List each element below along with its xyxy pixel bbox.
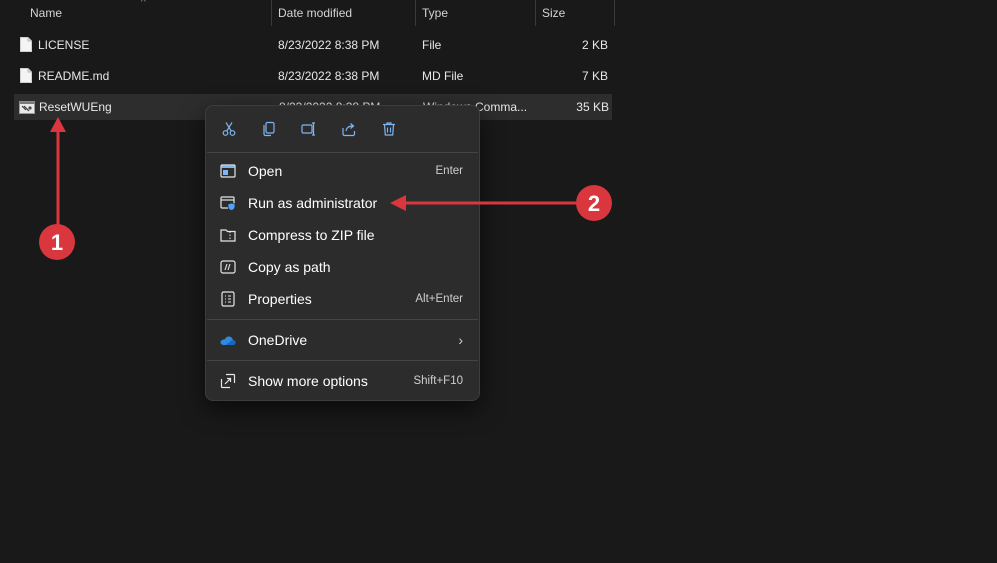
cmd-script-icon <box>19 101 35 114</box>
annotation-badge-2: 2 <box>576 185 612 221</box>
file-icon <box>20 37 32 52</box>
copy-icon <box>263 121 275 137</box>
menu-separator <box>207 360 478 361</box>
context-menu-toolbar <box>206 114 479 144</box>
context-menu: Open Enter Run as administrator Compress… <box>205 105 480 401</box>
file-icon <box>20 68 32 83</box>
menu-item-onedrive[interactable]: OneDrive › <box>210 325 475 355</box>
file-size: 7 KB <box>581 69 608 83</box>
menu-item-label: Show more options <box>248 373 368 389</box>
column-divider[interactable] <box>614 0 615 26</box>
menu-item-copy-as-path[interactable]: Copy as path <box>210 252 475 282</box>
file-type: MD File <box>422 69 464 83</box>
annotation-badge-1: 1 <box>39 224 75 260</box>
menu-item-open[interactable]: Open Enter <box>210 156 475 186</box>
menu-item-shortcut: Shift+F10 <box>413 375 463 387</box>
menu-item-label: Open <box>248 163 283 179</box>
properties-icon <box>221 291 235 307</box>
menu-item-properties[interactable]: Properties Alt+Enter <box>210 284 475 314</box>
column-size-header[interactable]: Size <box>536 0 614 26</box>
column-date-modified-header[interactable]: Date modified <box>272 0 415 26</box>
menu-item-show-more-options[interactable]: Show more options Shift+F10 <box>210 366 475 396</box>
chevron-right-icon: › <box>458 332 463 348</box>
more-options-icon <box>220 373 236 389</box>
svg-text:2: 2 <box>588 191 600 216</box>
file-size: 35 KB <box>576 100 609 114</box>
menu-item-label: Copy as path <box>248 259 331 275</box>
menu-item-compress-to-zip[interactable]: Compress to ZIP file <box>210 220 475 250</box>
menu-item-shortcut: Alt+Enter <box>415 293 463 305</box>
share-icon <box>342 123 356 137</box>
file-size: 2 KB <box>581 38 608 52</box>
sort-ascending-icon: ^ <box>141 0 146 8</box>
menu-item-label: Compress to ZIP file <box>248 227 375 243</box>
open-icon <box>220 164 236 178</box>
file-row-license[interactable]: LICENSE 8/23/2022 8:38 PM File 2 KB <box>14 32 612 58</box>
file-name: README.md <box>38 69 110 83</box>
zip-icon <box>220 229 236 242</box>
menu-separator <box>207 152 478 153</box>
rename-icon <box>301 122 315 136</box>
run-as-admin-icon <box>220 196 236 211</box>
file-name: LICENSE <box>38 38 90 52</box>
delete-button[interactable] <box>374 114 404 144</box>
cut-icon <box>222 122 236 136</box>
menu-item-shortcut: Enter <box>435 165 464 177</box>
file-date: 8/23/2022 8:38 PM <box>278 38 380 52</box>
copy-path-icon <box>220 260 236 274</box>
share-button[interactable] <box>334 114 364 144</box>
menu-separator <box>207 319 478 320</box>
menu-item-label: Run as administrator <box>248 195 378 211</box>
file-date: 8/23/2022 8:38 PM <box>278 69 380 83</box>
column-name-header[interactable]: Name <box>24 0 270 26</box>
onedrive-icon <box>220 336 236 345</box>
menu-item-label: Properties <box>248 291 312 307</box>
menu-item-run-as-administrator[interactable]: Run as administrator <box>210 188 475 218</box>
svg-text:1: 1 <box>51 230 63 255</box>
delete-icon <box>383 122 395 136</box>
menu-item-label: OneDrive <box>248 332 308 348</box>
file-type: File <box>422 38 442 52</box>
annotation-arrow-1 <box>50 117 66 225</box>
rename-button[interactable] <box>294 114 324 144</box>
cut-button[interactable] <box>214 114 244 144</box>
column-type-header[interactable]: Type <box>416 0 535 26</box>
copy-button[interactable] <box>254 114 284 144</box>
file-row-readme[interactable]: README.md 8/23/2022 8:38 PM MD File 7 KB <box>14 63 612 89</box>
column-header: Name ^ Date modified Type Size <box>0 0 997 26</box>
